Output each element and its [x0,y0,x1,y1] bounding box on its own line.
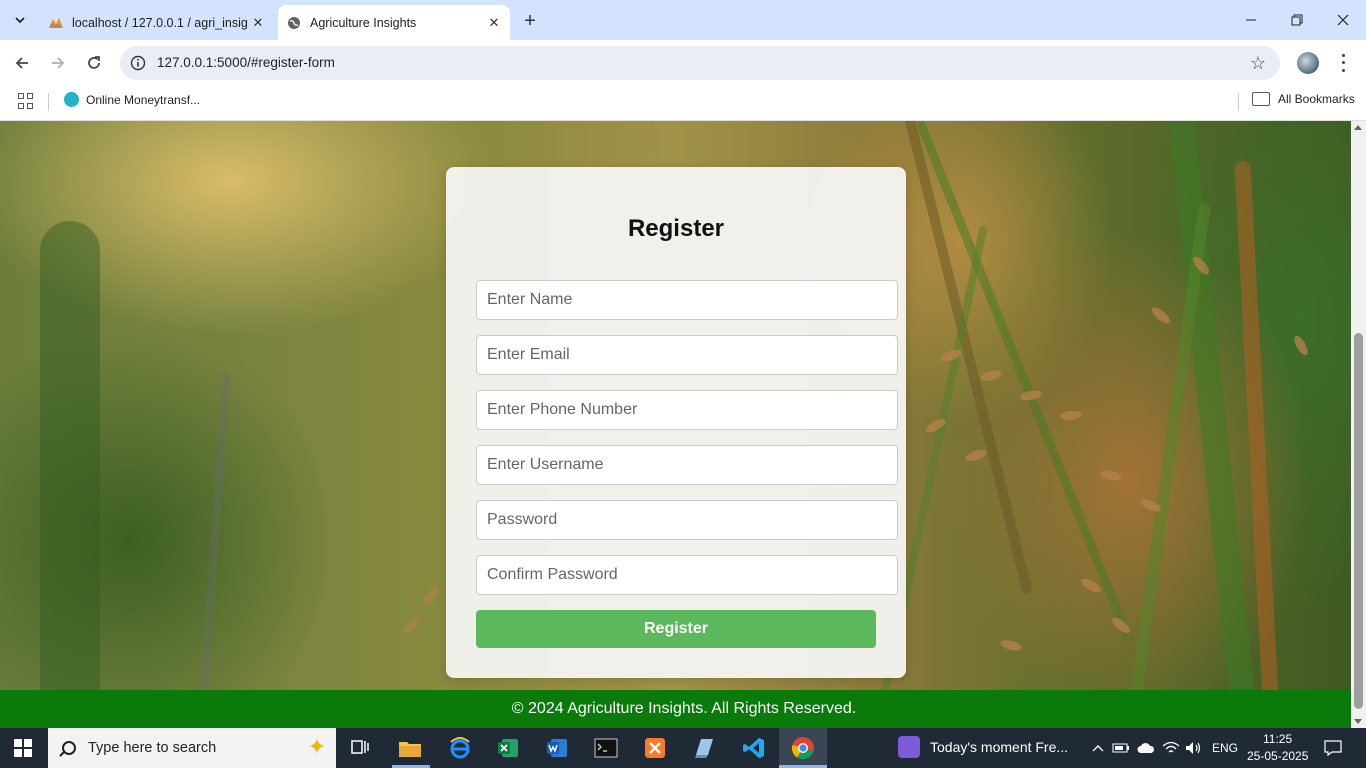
tab-title: Agriculture Insights [310,15,417,30]
page-viewport: Register Register © 2024 Agriculture Ins… [0,121,1351,728]
task-view-icon[interactable] [346,734,374,762]
clock-date[interactable]: 25-05-2025 [1247,749,1308,763]
bookmark-favicon-icon [64,92,79,107]
scroll-down-icon[interactable] [1354,719,1362,724]
tab-phpmyadmin[interactable]: PMA localhost / 127.0.0.1 / agri_insig ✕ [40,5,274,40]
news-text: Today's moment Fre... [930,739,1069,755]
clock-time[interactable]: 11:25 [1263,732,1292,746]
folder-icon [1252,92,1270,106]
taskbar-search-placeholder: Type here to search [88,740,217,756]
phone-field[interactable] [476,390,898,430]
close-window-button[interactable] [1320,0,1366,40]
bookmark-online-moneytransfer[interactable]: Online Moneytransf... [64,92,200,107]
volume-icon[interactable] [1183,734,1205,762]
notifications-icon[interactable] [1320,734,1346,762]
url-text[interactable]: 127.0.0.1:5000/#register-form [157,55,335,70]
vscode-icon[interactable] [740,734,768,762]
password-field[interactable] [476,500,898,540]
language-indicator[interactable]: ENG [1212,741,1238,755]
new-tab-button[interactable]: + [518,9,542,33]
form-title: Register [627,215,725,242]
site-info-icon[interactable] [130,55,146,71]
address-bar[interactable]: 127.0.0.1:5000/#register-form ☆ [120,46,1280,80]
windows-taskbar: Type here to search ✦ Today's moment Fre… [0,728,1366,768]
tab-strip: PMA localhost / 127.0.0.1 / agri_insig ✕… [0,0,1366,40]
windows-start-icon[interactable] [14,739,32,757]
internet-explorer-icon[interactable] [446,734,474,762]
bookmark-star-icon[interactable]: ☆ [1250,53,1266,74]
news-widget[interactable]: Today's moment Fre... [898,736,1068,758]
taskbar-search-box[interactable]: Type here to search ✦ [48,728,336,768]
username-field[interactable] [476,445,898,485]
arrow-left-icon [15,57,28,69]
bookmarks-divider [48,93,49,111]
wifi-icon[interactable] [1160,734,1182,762]
tab-title: localhost / 127.0.0.1 / agri_insig [72,15,248,30]
chrome-icon[interactable] [789,734,817,762]
all-bookmarks-label: All Bookmarks [1278,92,1355,106]
all-bookmarks-button[interactable]: All Bookmarks [1252,92,1355,106]
close-tab-icon[interactable]: ✕ [484,13,504,33]
page-footer: © 2024 Agriculture Insights. All Rights … [0,690,1351,728]
footer-text: © 2024 Agriculture Insights. All Rights … [511,700,857,717]
svg-text:PMA: PMA [50,24,62,29]
register-button[interactable]: Register [476,610,876,648]
restore-icon [1291,14,1303,26]
browser-toolbar: 127.0.0.1:5000/#register-form ☆ [0,40,1366,86]
page-scrollbar[interactable] [1351,121,1366,728]
terminal-icon[interactable] [592,734,620,762]
email-field[interactable] [476,335,898,375]
reload-button[interactable] [82,51,106,75]
name-field[interactable] [476,280,898,320]
scrollbar-thumb[interactable] [1354,333,1363,709]
tray-overflow-chevron-icon[interactable] [1088,734,1108,762]
close-icon [1337,14,1349,26]
bookmarks-bar: Online Moneytransf... All Bookmarks [0,86,1366,121]
calendar-icon [898,736,920,758]
reload-icon [88,56,100,69]
globe-icon [286,15,302,31]
excel-icon[interactable] [494,734,522,762]
battery-icon[interactable] [1110,734,1132,762]
xampp-icon[interactable] [641,734,669,762]
notes-app-icon[interactable] [690,734,718,762]
forward-button[interactable] [46,51,70,75]
profile-avatar[interactable] [1297,52,1319,74]
phpmyadmin-icon: PMA [48,15,64,31]
arrow-right-icon [52,57,65,69]
confirm-password-field[interactable] [476,555,898,595]
file-explorer-icon[interactable] [396,734,424,762]
minimize-icon [1246,19,1256,21]
minimize-button[interactable] [1228,0,1274,40]
onedrive-icon[interactable] [1135,734,1157,762]
tab-agriculture-insights[interactable]: Agriculture Insights ✕ [278,5,510,40]
back-button[interactable] [10,51,34,75]
chevron-down-icon [15,17,25,24]
restore-button[interactable] [1274,0,1320,40]
close-tab-icon[interactable]: ✕ [248,13,268,33]
bookmark-label: Online Moneytransf... [86,92,201,107]
scroll-up-icon[interactable] [1354,125,1362,130]
browser-menu-icon[interactable] [1336,52,1350,74]
bookmarks-divider [1238,93,1239,111]
tab-search-button[interactable] [8,8,32,32]
search-icon [62,741,76,755]
word-icon[interactable] [543,734,571,762]
apps-grid-icon[interactable] [18,93,34,109]
sparkle-icon: ✦ [307,734,326,759]
register-form-card: Register Register [446,167,906,678]
